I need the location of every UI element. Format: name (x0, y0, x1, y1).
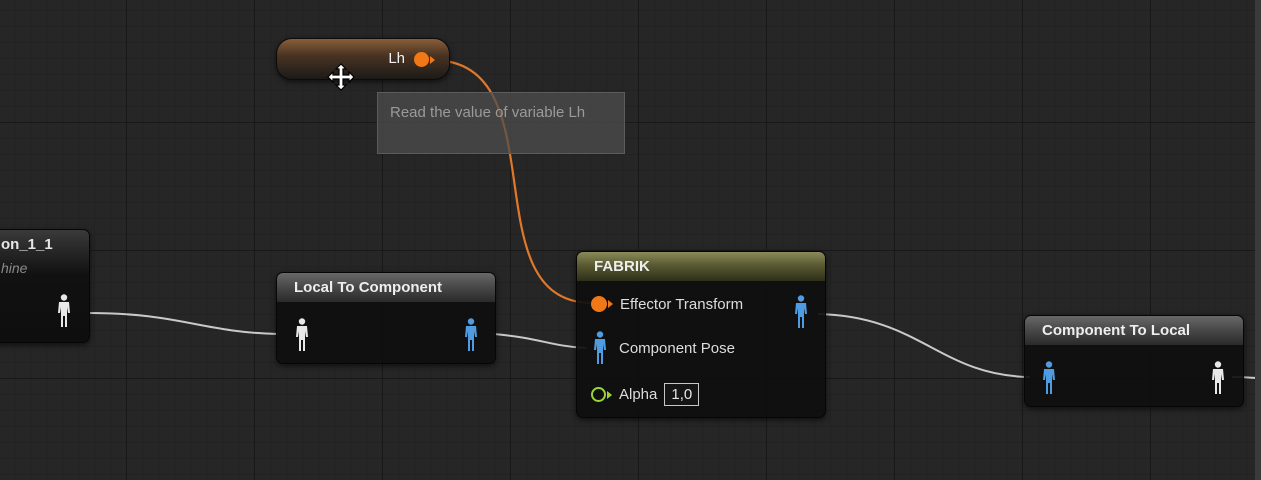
alpha-label: Alpha (619, 385, 658, 403)
effector-transform-label: Effector Transform (620, 295, 744, 313)
fabrik-title: FABRIK (577, 252, 825, 282)
pose-pin-icon[interactable] (57, 294, 71, 328)
variable-get-node-lh[interactable]: Lh (276, 38, 450, 80)
left-pose-node[interactable]: on_1_1 hine (0, 229, 90, 343)
variable-tooltip: Read the value of variable Lh (377, 92, 625, 154)
pose-pin-icon[interactable] (1042, 361, 1056, 395)
left-node-subtitle: hine (1, 260, 28, 276)
component-to-local-title: Component To Local (1025, 316, 1243, 346)
wire-left-to-local[interactable] (87, 312, 279, 335)
blueprint-graph-canvas[interactable]: on_1_1 hine Lh Read the value of variabl… (0, 0, 1261, 480)
transform-pin-icon[interactable] (591, 296, 613, 312)
alpha-pin-row[interactable]: Alpha 1,0 (577, 382, 700, 406)
pose-pin-icon[interactable] (593, 331, 607, 365)
fabrik-node[interactable]: FABRIK Effector Transform Component Pose… (576, 251, 826, 418)
variable-label: Lh (388, 50, 405, 67)
effector-transform-pin-row[interactable]: Effector Transform (577, 292, 743, 316)
local-to-component-title: Local To Component (277, 273, 495, 303)
graph-scrollbar[interactable] (1255, 0, 1261, 480)
component-pose-label: Component Pose (619, 339, 735, 357)
local-to-component-node[interactable]: Local To Component (276, 272, 496, 364)
pose-pin-icon[interactable] (295, 318, 309, 352)
wire-local-to-fabrik[interactable] (493, 333, 587, 349)
transform-pin-icon[interactable] (414, 52, 435, 67)
pose-pin-icon[interactable] (464, 318, 478, 352)
pose-pin-icon[interactable] (794, 295, 808, 329)
pose-pin-icon[interactable] (1211, 361, 1225, 395)
left-node-title: on_1_1 (1, 236, 53, 253)
wire-fabrik-to-component[interactable] (817, 313, 1031, 378)
component-pose-pin-row[interactable]: Component Pose (577, 331, 735, 364)
component-to-local-node[interactable]: Component To Local (1024, 315, 1244, 407)
float-pin-icon[interactable] (591, 386, 612, 402)
alpha-value-input[interactable]: 1,0 (664, 382, 700, 406)
move-cursor-icon (326, 62, 356, 92)
